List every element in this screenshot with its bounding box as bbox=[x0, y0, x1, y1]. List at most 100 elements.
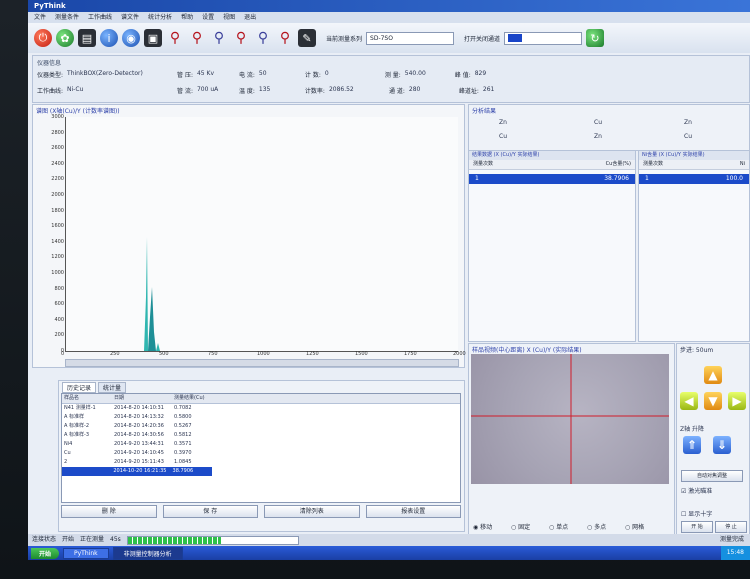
arrow-left-icon[interactable]: ◀ bbox=[680, 392, 698, 410]
spectrum-scrollbar[interactable] bbox=[65, 359, 459, 367]
camera-panel: 样品视频(中心距离) X (Cu)/Y (实际结果) ◉ 移动 ○ 固定 ○ 单… bbox=[468, 343, 675, 535]
y-tick-label: 800 bbox=[54, 285, 64, 292]
element-panel-title: 分析结果 bbox=[472, 108, 497, 115]
info-label: 计 数: bbox=[304, 72, 321, 79]
menu-item-settings[interactable]: 设置 bbox=[202, 12, 214, 23]
info-value: 261 bbox=[482, 86, 495, 93]
tab-statistics[interactable]: 统计量 bbox=[98, 382, 127, 393]
menu-item-spectrum[interactable]: 谱文件 bbox=[121, 12, 139, 23]
laser-checkbox[interactable]: ☑ 激光瞄准 bbox=[681, 486, 712, 495]
taskbar-item-analyzer[interactable]: 非测量控制器分析 bbox=[112, 546, 183, 560]
info-value: Ni-Cu bbox=[67, 86, 84, 93]
table-row[interactable]: Ni4 2014-9-20 13:44:31 0.3571 bbox=[62, 440, 460, 449]
info-label: 温 度: bbox=[238, 88, 255, 95]
result-left-row[interactable]: 1 38.7906 bbox=[469, 174, 635, 184]
gear-icon[interactable]: ✿ bbox=[56, 29, 74, 47]
save-button[interactable]: 保 存 bbox=[162, 505, 258, 518]
result-right-row[interactable]: 1 100.0 bbox=[639, 174, 749, 184]
cell: 2014-8-20 14:10:31 bbox=[114, 405, 164, 411]
stop-button[interactable]: 停 止 bbox=[715, 521, 747, 533]
radio-label: 单点 bbox=[556, 524, 569, 531]
table-row[interactable]: 2 2014-9-20 15:11:43 1.0845 bbox=[62, 458, 460, 467]
history-list[interactable]: 样品名 日期 测量结果(Cu) N41 测量样-1 2014-8-20 14:10… bbox=[61, 393, 461, 503]
radio-label: 网格 bbox=[632, 524, 645, 531]
menu-item-stats[interactable]: 统计分析 bbox=[148, 12, 172, 23]
x-tick-label: 2000 bbox=[453, 351, 466, 357]
arrow-right-icon[interactable]: ▶ bbox=[728, 392, 746, 410]
y-tick-label: 600 bbox=[54, 301, 64, 308]
menu-item-help[interactable]: 帮助 bbox=[181, 12, 193, 23]
delete-button[interactable]: 删 除 bbox=[61, 505, 157, 518]
table-row[interactable]: Cu 2014-9-20 14:10:45 0.3970 bbox=[62, 449, 460, 458]
menu-item-file[interactable]: 文件 bbox=[34, 12, 46, 23]
result-table-right: Ni含量 (X (Cu)/Y 实际结果) 测量次数 Ni 1 100.0 bbox=[638, 150, 750, 342]
radio-multi[interactable]: ○ 多点 bbox=[587, 522, 606, 531]
y-tick-label: 2600 bbox=[51, 145, 64, 152]
start-button[interactable]: 开始 bbox=[31, 547, 60, 559]
radio-label: 多点 bbox=[594, 524, 607, 531]
clear-list-button[interactable]: 清除列表 bbox=[264, 505, 360, 518]
radio-grid[interactable]: ○ 网格 bbox=[625, 522, 644, 531]
table-row[interactable]: A 标准样-2 2014-8-20 14:20:36 0.5267 bbox=[62, 422, 460, 431]
column-header: 测量结果(Cu) bbox=[174, 395, 205, 401]
camera-view[interactable] bbox=[471, 354, 669, 484]
menu-item-view[interactable]: 视图 bbox=[223, 12, 235, 23]
z-axis-label: Z轴 升降 bbox=[680, 426, 705, 433]
arrow-up-icon[interactable]: ▲ bbox=[704, 366, 722, 384]
measure-series-select[interactable]: SD-7SO bbox=[366, 31, 455, 45]
cell: N41 测量样-1 bbox=[64, 405, 96, 411]
y-tick-label: 200 bbox=[54, 332, 64, 339]
zoom-reset-icon[interactable]: ⚲ bbox=[232, 29, 250, 47]
refresh-icon[interactable]: ↻ bbox=[586, 29, 605, 47]
z-down-icon[interactable]: ⇓ bbox=[713, 436, 731, 454]
save-disk-icon[interactable]: ▣ bbox=[144, 29, 162, 47]
table-row[interactable]: N41 测量样-1 2014-8-20 14:10:31 0.7082 bbox=[62, 404, 460, 413]
power-icon[interactable]: ⏻ bbox=[34, 29, 52, 47]
arrow-down-icon[interactable]: ▼ bbox=[704, 392, 722, 410]
start-button[interactable]: 开 始 bbox=[681, 521, 713, 533]
instrument-info-panel: 仪器信息 仪器类型: ThinkBOX(Zero-Detector) 管 压: 45… bbox=[32, 55, 750, 103]
radio-single[interactable]: ○ 单点 bbox=[549, 522, 568, 531]
table-row[interactable]: A 标准样 2014-8-20 14:13:32 0.5800 bbox=[62, 413, 460, 422]
tool-icon[interactable]: ✎ bbox=[298, 29, 316, 47]
zoom-fit-icon[interactable]: ⚲ bbox=[166, 29, 184, 47]
tab-history[interactable]: 历史记录 bbox=[62, 382, 97, 393]
channel-select[interactable] bbox=[504, 31, 583, 45]
table-row-selected[interactable]: 2014-10-20 16:21:35 38.7906 bbox=[62, 467, 212, 476]
info-icon[interactable]: i bbox=[100, 29, 118, 47]
info-value: 540.00 bbox=[404, 70, 426, 77]
z-up-icon[interactable]: ⇑ bbox=[683, 436, 701, 454]
channel-color-swatch bbox=[508, 34, 523, 42]
zoom-out-icon[interactable]: ⚲ bbox=[210, 29, 228, 47]
print-icon[interactable]: ▤ bbox=[78, 29, 96, 47]
crosshair-checkbox[interactable]: ☐ 显示十字 bbox=[681, 509, 712, 518]
status-value: 45s bbox=[110, 536, 121, 543]
radio-fixed[interactable]: ○ 固定 bbox=[511, 522, 530, 531]
menu-item-measure[interactable]: 测量条件 bbox=[55, 12, 79, 23]
save-icon[interactable]: ◉ bbox=[122, 29, 140, 47]
menu-item-curve[interactable]: 工作曲线 bbox=[88, 12, 112, 23]
element-label: Zn bbox=[684, 119, 692, 126]
result-left-title: 结果数据 (X (Cu)/Y 实际结果) bbox=[469, 151, 635, 160]
radio-move[interactable]: ◉ 移动 bbox=[473, 522, 492, 531]
instrument-info-title: 仪器信息 bbox=[37, 60, 62, 67]
menu-item-exit[interactable]: 退出 bbox=[244, 12, 256, 23]
element-panel: 分析结果 Zn Cu Zn Cu Zn Cu bbox=[468, 104, 750, 151]
auto-focus-button[interactable]: 自动对焦调整 bbox=[681, 470, 743, 482]
taskbar-item-pythink[interactable]: PyThink bbox=[63, 547, 109, 559]
zoom-area-icon[interactable]: ⚲ bbox=[254, 29, 272, 47]
spectrum-plot[interactable] bbox=[65, 117, 458, 352]
x-tick-label: 1750 bbox=[404, 351, 417, 357]
cell: A 标准样 bbox=[64, 414, 85, 420]
cell: 2 bbox=[64, 459, 68, 465]
cell: 0.5800 bbox=[174, 414, 192, 420]
y-tick-label: 1200 bbox=[51, 254, 64, 261]
zoom-in-icon[interactable]: ⚲ bbox=[188, 29, 206, 47]
report-settings-button[interactable]: 报表设置 bbox=[365, 505, 461, 518]
cell: 2014-9-20 14:10:45 bbox=[114, 450, 164, 456]
history-header: 样品名 日期 测量结果(Cu) bbox=[62, 394, 460, 404]
zoom-full-icon[interactable]: ⚲ bbox=[276, 29, 294, 47]
result-table-left: 结果数据 (X (Cu)/Y 实际结果) 测量次数 Cu含量(%) 1 38.7… bbox=[468, 150, 636, 342]
table-row[interactable]: A 标准样-3 2014-8-20 14:30:56 0.5812 bbox=[62, 431, 460, 440]
y-tick-label: 1000 bbox=[51, 270, 64, 276]
